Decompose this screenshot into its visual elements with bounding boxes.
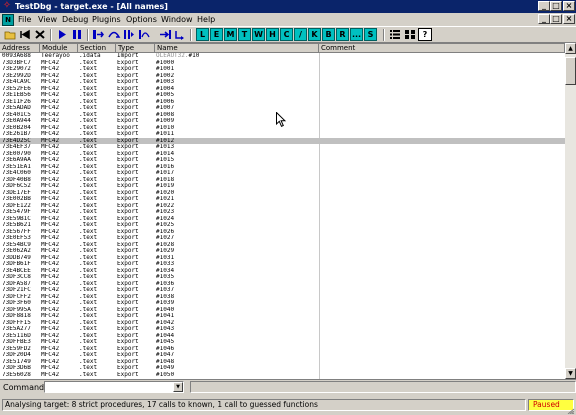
cell-type: Export bbox=[117, 371, 139, 378]
menu-debug[interactable]: Debug bbox=[62, 13, 88, 26]
mdi-minimize-button[interactable]: _ bbox=[538, 14, 550, 24]
status-message: Analysing target: 8 strict procedures, 1… bbox=[2, 399, 526, 411]
menu-options[interactable]: Options bbox=[126, 13, 157, 26]
column-header-type[interactable]: Type bbox=[116, 44, 155, 53]
pause-icon[interactable] bbox=[70, 28, 84, 41]
column-header-module[interactable]: Module bbox=[40, 44, 78, 53]
toolbar: L E M T W H C / K B R ... S ? bbox=[0, 26, 576, 43]
resize-grip-icon[interactable] bbox=[567, 408, 575, 414]
maximize-button[interactable]: □ bbox=[550, 1, 562, 11]
scrollbar-thumb[interactable] bbox=[565, 57, 576, 85]
cell-section: .text bbox=[79, 371, 98, 378]
cell-address: 73E56028 bbox=[2, 371, 31, 378]
column-header-name[interactable]: Name bbox=[155, 44, 319, 53]
go-to-address-icon[interactable] bbox=[173, 28, 187, 41]
handles-button[interactable]: H bbox=[266, 28, 279, 41]
close-program-icon[interactable] bbox=[33, 28, 47, 41]
column-header-address[interactable]: Address bbox=[0, 44, 40, 53]
executable-modules-button[interactable]: E bbox=[210, 28, 223, 41]
command-input[interactable]: ▼ bbox=[44, 381, 184, 393]
toolbar-separator bbox=[87, 29, 89, 41]
mdi-close-button[interactable]: × bbox=[563, 14, 575, 24]
chevron-down-icon[interactable]: ▼ bbox=[173, 382, 183, 392]
close-button[interactable]: × bbox=[563, 1, 575, 11]
options-grid-icon[interactable] bbox=[403, 28, 417, 41]
restart-icon[interactable] bbox=[18, 28, 32, 41]
menu-plugins[interactable]: Plugins bbox=[92, 13, 121, 26]
open-file-icon[interactable] bbox=[3, 28, 17, 41]
mouse-cursor-icon bbox=[276, 112, 286, 127]
cpu-button[interactable]: C bbox=[280, 28, 293, 41]
table-rows: 0093A688 Teerayoo .idata Import OLEAUT32.#10… bbox=[0, 53, 565, 380]
bug-icon[interactable]: ✧ bbox=[2, 1, 12, 11]
window-title: TestDbg - target.exe - [All names] bbox=[15, 2, 168, 11]
execute-till-return-icon[interactable] bbox=[158, 28, 172, 41]
mdi-window-icon[interactable]: N bbox=[2, 14, 14, 26]
patches-button[interactable]: / bbox=[294, 28, 307, 41]
menu-help[interactable]: Help bbox=[197, 13, 215, 26]
run-icon[interactable] bbox=[55, 28, 69, 41]
menu-file[interactable]: File bbox=[18, 13, 31, 26]
breakpoints-button[interactable]: B bbox=[322, 28, 335, 41]
menu-window[interactable]: Window bbox=[161, 13, 193, 26]
menu-bar: N File View Debug Plugins Options Window… bbox=[0, 13, 576, 26]
list-view-icon[interactable] bbox=[388, 28, 402, 41]
title-bar[interactable]: ✧ TestDbg - target.exe - [All names] _ □… bbox=[0, 0, 576, 13]
command-label: Command bbox=[3, 383, 45, 392]
status-bar: Analysing target: 8 strict procedures, 1… bbox=[0, 396, 576, 415]
command-output bbox=[190, 381, 576, 393]
cell-module: MFC42 bbox=[41, 371, 60, 378]
table-row[interactable]: 73E56028 MFC42 .text Export #1050 bbox=[0, 372, 565, 379]
trace-over-icon[interactable] bbox=[137, 28, 151, 41]
memory-map-button[interactable]: M bbox=[224, 28, 237, 41]
column-header-comment[interactable]: Comment bbox=[319, 44, 565, 53]
names-table[interactable]: Address Module Section Type Name Comment… bbox=[0, 43, 565, 380]
scroll-down-arrow-icon[interactable]: ▼ bbox=[565, 368, 576, 379]
menu-view[interactable]: View bbox=[38, 13, 57, 26]
toolbar-separator bbox=[50, 29, 52, 41]
column-header-section[interactable]: Section bbox=[78, 44, 116, 53]
command-bar: Command ▼ bbox=[0, 379, 576, 394]
vertical-scrollbar[interactable]: ▲ ▼ bbox=[565, 43, 576, 379]
log-window-button[interactable]: L bbox=[196, 28, 209, 41]
source-button[interactable]: S bbox=[364, 28, 377, 41]
scroll-up-arrow-icon[interactable]: ▲ bbox=[565, 43, 576, 54]
mdi-restore-button[interactable]: □ bbox=[550, 14, 562, 24]
step-into-icon[interactable] bbox=[92, 28, 106, 41]
help-icon[interactable]: ? bbox=[418, 28, 432, 41]
run-trace-button[interactable]: ... bbox=[350, 28, 363, 41]
windows-button[interactable]: W bbox=[252, 28, 265, 41]
minimize-button[interactable]: _ bbox=[538, 1, 550, 11]
cell-name: #1050 bbox=[156, 371, 175, 378]
references-button[interactable]: R bbox=[336, 28, 349, 41]
threads-button[interactable]: T bbox=[238, 28, 251, 41]
step-over-icon[interactable] bbox=[107, 28, 121, 41]
toolbar-separator bbox=[190, 29, 192, 41]
call-stack-button[interactable]: K bbox=[308, 28, 321, 41]
trace-into-icon[interactable] bbox=[122, 28, 136, 41]
toolbar-separator bbox=[383, 29, 385, 41]
